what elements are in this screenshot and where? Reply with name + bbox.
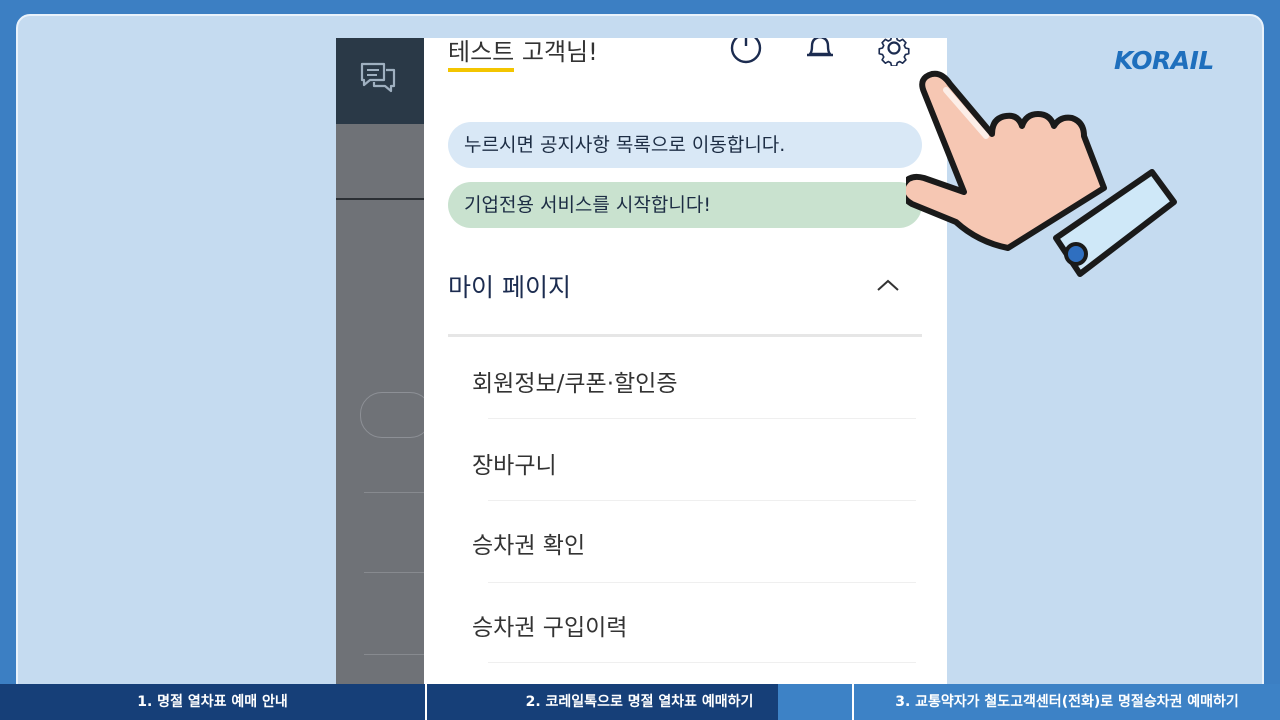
video-frame: KORAIL 테스트 고객님! 누르시면 공지사항 목록으로 이동합니다. 기업… [16,14,1264,704]
chapter-tab-3[interactable]: 3. 교통약자가 철도고객센터(전화)로 명절승차권 예매하기 [854,684,1280,720]
divider [364,492,424,493]
dimmed-app-background [336,38,432,688]
chapter-tab-2-label: 2. 코레일톡으로 명절 열차표 예매하기 [525,694,754,710]
notice-banner-announcements[interactable]: 누르시면 공지사항 목록으로 이동합니다. [448,122,922,168]
divider [488,662,916,663]
tab-progress-overlay [778,684,852,720]
menu-item-ticket-check[interactable]: 승차권 확인 [472,526,585,560]
divider [488,582,916,583]
chapter-tab-1[interactable]: 1. 명절 열차표 예매 안내 [0,684,425,720]
gear-icon[interactable] [876,38,912,66]
chat-icon[interactable] [358,58,398,98]
menu-item-purchase-history[interactable]: 승차권 구입이력 [472,608,627,642]
divider [336,198,424,200]
my-page-title[interactable]: 마이 페이지 [448,268,571,304]
chapter-tabs: 1. 명절 열차표 예매 안내 2. 코레일톡으로 명절 열차표 예매하기 3.… [0,684,1280,720]
divider [364,572,424,573]
side-menu-panel: 테스트 고객님! 누르시면 공지사항 목록으로 이동합니다. 기업전용 서비스를… [424,38,947,688]
menu-item-member-info[interactable]: 회원정보/쿠폰·할인증 [472,364,678,398]
bell-icon[interactable] [802,38,838,66]
divider [488,500,916,501]
chevron-up-icon[interactable] [876,278,900,292]
pointing-hand-icon [906,70,1177,277]
section-divider [448,334,922,337]
notice-banner-business[interactable]: 기업전용 서비스를 시작합니다! [448,182,922,228]
dimmed-input [360,392,432,438]
power-icon[interactable] [728,38,764,66]
chat-area [336,38,424,124]
divider [488,418,916,419]
divider [364,654,424,655]
menu-item-cart[interactable]: 장바구니 [472,446,557,480]
chapter-tab-2[interactable]: 2. 코레일톡으로 명절 열차표 예매하기 [427,684,852,720]
header-icons [424,38,947,68]
